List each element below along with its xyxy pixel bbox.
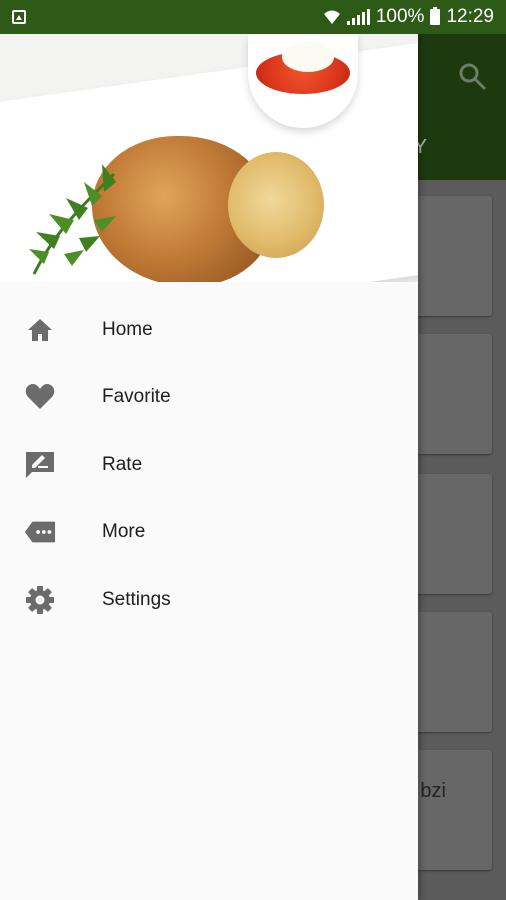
arugula-garnish [29,164,116,275]
status-bar: 100% 12:29 [0,0,506,34]
menu-item-label: More [102,521,146,543]
gear-icon [24,584,56,616]
menu-item-rate[interactable]: Rate [0,431,418,499]
battery-percent: 100% [375,6,425,27]
drawer-header-image [0,34,418,282]
menu-item-label: Rate [102,453,143,475]
home-icon [24,314,56,346]
drawer-menu: Home Favorite Rate More Settings [0,296,418,634]
signal-icon [346,9,370,25]
menu-item-label: Home [102,318,153,340]
more-icon [24,516,56,548]
search-icon[interactable] [458,62,486,90]
navigation-drawer[interactable]: Home Favorite Rate More Settings [0,34,418,900]
image-notification-icon [12,10,26,24]
cream [282,42,334,72]
wifi-icon [323,10,340,24]
pancake-second [228,152,324,258]
rate-icon [24,449,56,481]
menu-item-label: Favorite [102,386,171,408]
menu-item-favorite[interactable]: Favorite [0,364,418,432]
battery-icon [430,7,441,25]
card-title: bzi [420,780,446,802]
menu-item-settings[interactable]: Settings [0,566,418,634]
status-time: 12:29 [446,6,494,27]
menu-item-label: Settings [102,588,171,610]
menu-item-home[interactable]: Home [0,296,418,364]
heart-icon [24,381,56,413]
menu-item-more[interactable]: More [0,499,418,567]
status-right: 100% 12:29 [323,0,494,34]
